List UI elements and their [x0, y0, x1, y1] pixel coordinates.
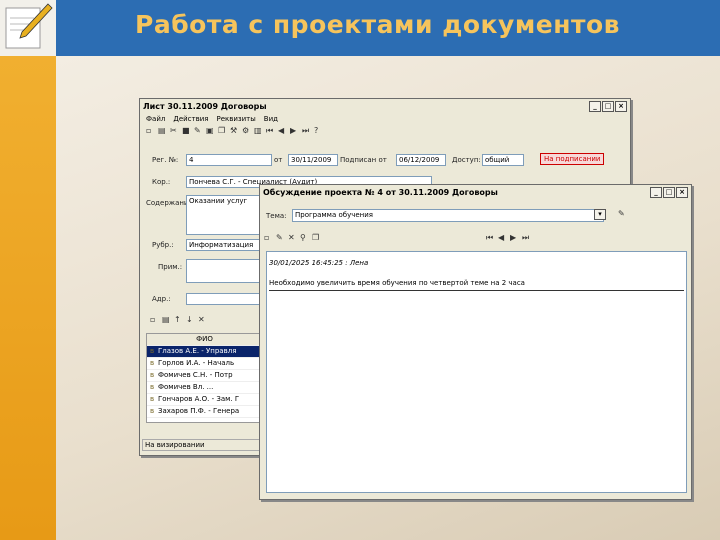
- rubr-label: Рубр.:: [152, 241, 174, 249]
- tool-icon[interactable]: ⚒: [230, 127, 238, 135]
- from-label: от: [274, 156, 283, 164]
- sign-date-field[interactable]: 06/12/2009: [396, 154, 446, 166]
- next-post-icon[interactable]: ▶: [510, 234, 518, 242]
- last-icon[interactable]: ⏭: [302, 127, 310, 135]
- open-icon[interactable]: ▤: [158, 127, 166, 135]
- table-header: ФИО: [147, 334, 259, 346]
- copy-post-icon[interactable]: ❐: [312, 234, 320, 242]
- document-window-titlebar[interactable]: Лист 30.11.2009 Договоры _ □ ×: [140, 99, 630, 113]
- discussion-toolbar: ▫ ✎ ✕ ⚲ ❐: [264, 231, 320, 245]
- topic-label: Тема:: [266, 212, 287, 220]
- note-label: Прим.:: [158, 263, 183, 271]
- find-icon[interactable]: ⚲: [300, 234, 308, 242]
- new-doc-icon[interactable]: ▫: [146, 127, 154, 135]
- edit-topic-icon[interactable]: ✎: [618, 210, 626, 218]
- attach-icon[interactable]: ▣: [206, 127, 214, 135]
- visa-table: ФИО в Глазов А.Е. - Управля в Горлов И.А. …: [146, 333, 260, 423]
- topic-select[interactable]: Программа обучения: [292, 209, 604, 222]
- prev-post-icon[interactable]: ◀: [498, 234, 506, 242]
- date-field[interactable]: 30/11/2009: [288, 154, 338, 166]
- menu-view[interactable]: Вид: [264, 115, 278, 123]
- move-down-icon[interactable]: ↓: [186, 316, 194, 324]
- document-toolbar: ▫ ▤ ✂ ■ ✎ ▣ ❐ ⚒ ⚙ ▥ ⏮ ◀ ▶ ⏭ ?: [140, 124, 630, 138]
- close-button[interactable]: ×: [615, 100, 627, 112]
- table-row[interactable]: в Фомичев Вл. ...: [147, 382, 259, 394]
- last-post-icon[interactable]: ⏭: [522, 234, 530, 242]
- slide-title: Работа с проектами документов: [135, 10, 620, 39]
- access-select[interactable]: общий: [482, 154, 524, 166]
- post-header: 30/01/2025 16:45:25 : Лена: [269, 259, 369, 267]
- visa-toolbar: ▫ ▤ ↑ ↓ ✕: [150, 313, 206, 327]
- prev-icon[interactable]: ◀: [278, 127, 286, 135]
- minimize-button[interactable]: _: [650, 186, 662, 198]
- delete-post-icon[interactable]: ✕: [288, 234, 296, 242]
- menu-file[interactable]: Файл: [146, 115, 165, 123]
- access-label: Доступ:: [452, 156, 481, 164]
- edit-post-icon[interactable]: ✎: [276, 234, 284, 242]
- menubar: Файл Действия Реквизиты Вид: [140, 113, 630, 124]
- first-post-icon[interactable]: ⏮: [486, 234, 494, 242]
- cut-icon[interactable]: ✂: [170, 127, 178, 135]
- table-row[interactable]: в Фомичев С.Н. - Потр: [147, 370, 259, 382]
- kor-label: Кор.:: [152, 178, 171, 186]
- first-icon[interactable]: ⏮: [266, 127, 274, 135]
- left-accent-strip: [0, 0, 56, 540]
- addr-label: Адр.:: [152, 295, 171, 303]
- reg-number-field[interactable]: 4: [186, 154, 272, 166]
- table-row[interactable]: в Захаров П.Ф. - Генера: [147, 406, 259, 418]
- table-row[interactable]: в Горлов И.А. - Началь: [147, 358, 259, 370]
- save-icon[interactable]: ■: [182, 127, 190, 135]
- minimize-button[interactable]: _: [589, 100, 601, 112]
- table-row[interactable]: в Глазов А.Е. - Управля: [147, 346, 259, 358]
- discussion-nav: ⏮ ◀ ▶ ⏭: [486, 231, 530, 245]
- document-window-title: Лист 30.11.2009 Договоры: [143, 101, 267, 111]
- discussion-window[interactable]: Обсуждение проекта № 4 от 30.11.2009 Дог…: [259, 184, 692, 500]
- print-icon[interactable]: ▥: [254, 127, 262, 135]
- post-body: Необходимо увеличить время обучения по ч…: [269, 278, 684, 291]
- chevron-down-icon[interactable]: ▾: [594, 209, 606, 220]
- discussion-window-titlebar[interactable]: Обсуждение проекта № 4 от 30.11.2009 Дог…: [260, 185, 691, 199]
- discussion-posts: 30/01/2025 16:45:25 : Лена Необходимо ув…: [266, 251, 687, 493]
- menu-actions[interactable]: Действия: [173, 115, 208, 123]
- discussion-window-title: Обсуждение проекта № 4 от 30.11.2009 Дог…: [263, 187, 498, 197]
- edit-icon[interactable]: ✎: [194, 127, 202, 135]
- close-button[interactable]: ×: [676, 186, 688, 198]
- add-visa-icon[interactable]: ▫: [150, 316, 158, 324]
- next-icon[interactable]: ▶: [290, 127, 298, 135]
- table-row[interactable]: в Гончаров А.О. - Зам. Г: [147, 394, 259, 406]
- add-group-icon[interactable]: ▤: [162, 316, 170, 324]
- reg-label: Рег. №:: [152, 156, 179, 164]
- maximize-button[interactable]: □: [602, 100, 614, 112]
- sign-label: Подписан от: [340, 156, 387, 164]
- status-badge: На подписании: [540, 153, 605, 165]
- maximize-button[interactable]: □: [663, 186, 675, 198]
- help-icon[interactable]: ?: [314, 127, 322, 135]
- copy-icon[interactable]: ❐: [218, 127, 226, 135]
- logo-pen-icon: [0, 0, 56, 56]
- menu-requisites[interactable]: Реквизиты: [216, 115, 255, 123]
- settings-icon[interactable]: ⚙: [242, 127, 250, 135]
- delete-icon[interactable]: ✕: [198, 316, 206, 324]
- new-post-icon[interactable]: ▫: [264, 234, 272, 242]
- move-up-icon[interactable]: ↑: [174, 316, 182, 324]
